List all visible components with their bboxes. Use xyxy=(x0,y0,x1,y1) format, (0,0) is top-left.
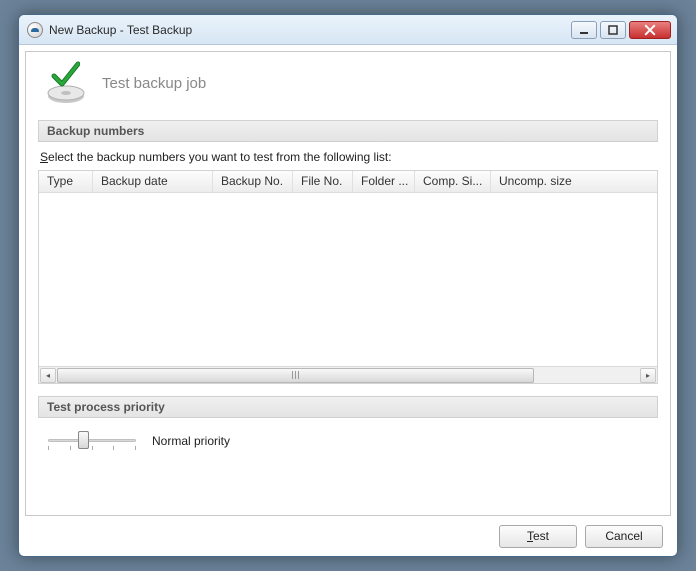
client-area: Test backup job Backup numbers Select th… xyxy=(25,51,671,516)
section-test-priority: Test process priority xyxy=(38,396,658,418)
scroll-left-button[interactable]: ◂ xyxy=(40,368,56,383)
priority-slider[interactable] xyxy=(44,428,140,454)
close-button[interactable] xyxy=(629,21,671,39)
test-button[interactable]: Test xyxy=(499,525,577,548)
dialog-window: New Backup - Test Backup xyxy=(18,14,678,557)
title-bar[interactable]: New Backup - Test Backup xyxy=(19,15,677,45)
minimize-button[interactable] xyxy=(571,21,597,39)
col-backup-date[interactable]: Backup date xyxy=(93,171,213,192)
dialog-footer: Test Cancel xyxy=(19,522,677,556)
page-header: Test backup job xyxy=(38,52,658,118)
section-backup-numbers: Backup numbers xyxy=(38,120,658,142)
priority-row: Normal priority xyxy=(38,418,658,462)
instruction-text: Select the backup numbers you want to te… xyxy=(38,142,658,170)
priority-label: Normal priority xyxy=(152,434,230,448)
cancel-button[interactable]: Cancel xyxy=(585,525,663,548)
table-header: Type Backup date Backup No. File No. Fol… xyxy=(39,171,657,193)
col-file-no[interactable]: File No. xyxy=(293,171,353,192)
maximize-button[interactable] xyxy=(600,21,626,39)
page-title: Test backup job xyxy=(102,75,206,92)
col-uncomp-size[interactable]: Uncomp. size xyxy=(491,171,657,192)
table-body[interactable] xyxy=(39,193,657,366)
slider-thumb[interactable] xyxy=(78,431,89,449)
window-title: New Backup - Test Backup xyxy=(49,23,192,37)
col-type[interactable]: Type xyxy=(39,171,93,192)
checkmark-disc-icon xyxy=(44,62,90,104)
horizontal-scrollbar[interactable]: ◂ ▸ xyxy=(39,366,657,383)
col-folder[interactable]: Folder ... xyxy=(353,171,415,192)
backup-numbers-list[interactable]: Type Backup date Backup No. File No. Fol… xyxy=(38,170,658,384)
col-comp-size[interactable]: Comp. Si... xyxy=(415,171,491,192)
scrollbar-thumb[interactable] xyxy=(57,368,534,383)
scrollbar-track[interactable] xyxy=(57,368,639,383)
col-backup-no[interactable]: Backup No. xyxy=(213,171,293,192)
app-icon xyxy=(27,22,43,38)
scroll-right-button[interactable]: ▸ xyxy=(640,368,656,383)
